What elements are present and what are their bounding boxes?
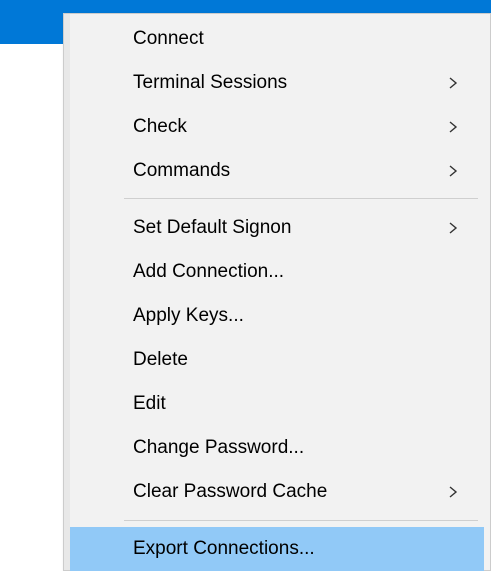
menu-item-label: Clear Password Cache — [133, 481, 328, 502]
chevron-right-icon — [449, 486, 458, 498]
menu-item-label: Terminal Sessions — [133, 72, 288, 93]
menu-separator — [124, 520, 478, 521]
chevron-right-icon — [449, 121, 458, 133]
menu-item-label: Export Connections... — [133, 538, 315, 559]
chevron-right-icon — [449, 77, 458, 89]
menu-item-export-connections[interactable]: Export Connections... — [70, 527, 484, 571]
menu-item-set-default-signon[interactable]: Set Default Signon — [70, 206, 484, 250]
menu-item-label: Delete — [133, 349, 188, 370]
chevron-right-icon — [449, 222, 458, 234]
menu-item-label: Set Default Signon — [133, 217, 292, 238]
menu-item-terminal-sessions[interactable]: Terminal Sessions — [70, 61, 484, 105]
menu-item-change-password[interactable]: Change Password... — [70, 426, 484, 470]
context-menu: Connect Terminal Sessions Check Commands… — [63, 13, 491, 571]
menu-item-check[interactable]: Check — [70, 105, 484, 149]
menu-item-apply-keys[interactable]: Apply Keys... — [70, 294, 484, 338]
chevron-right-icon — [449, 165, 458, 177]
menu-item-delete[interactable]: Delete — [70, 338, 484, 382]
menu-item-label: Change Password... — [133, 437, 305, 458]
menu-item-label: Apply Keys... — [133, 305, 244, 326]
menu-item-clear-password-cache[interactable]: Clear Password Cache — [70, 470, 484, 514]
menu-item-edit[interactable]: Edit — [70, 382, 484, 426]
menu-item-label: Add Connection... — [133, 261, 285, 282]
menu-item-label: Commands — [133, 160, 231, 181]
menu-separator — [124, 198, 478, 199]
menu-item-label: Connect — [133, 28, 204, 49]
menu-item-label: Edit — [133, 393, 166, 414]
menu-item-connect[interactable]: Connect — [70, 17, 484, 61]
menu-item-label: Check — [133, 116, 187, 137]
menu-item-commands[interactable]: Commands — [70, 149, 484, 193]
menu-item-add-connection[interactable]: Add Connection... — [70, 250, 484, 294]
